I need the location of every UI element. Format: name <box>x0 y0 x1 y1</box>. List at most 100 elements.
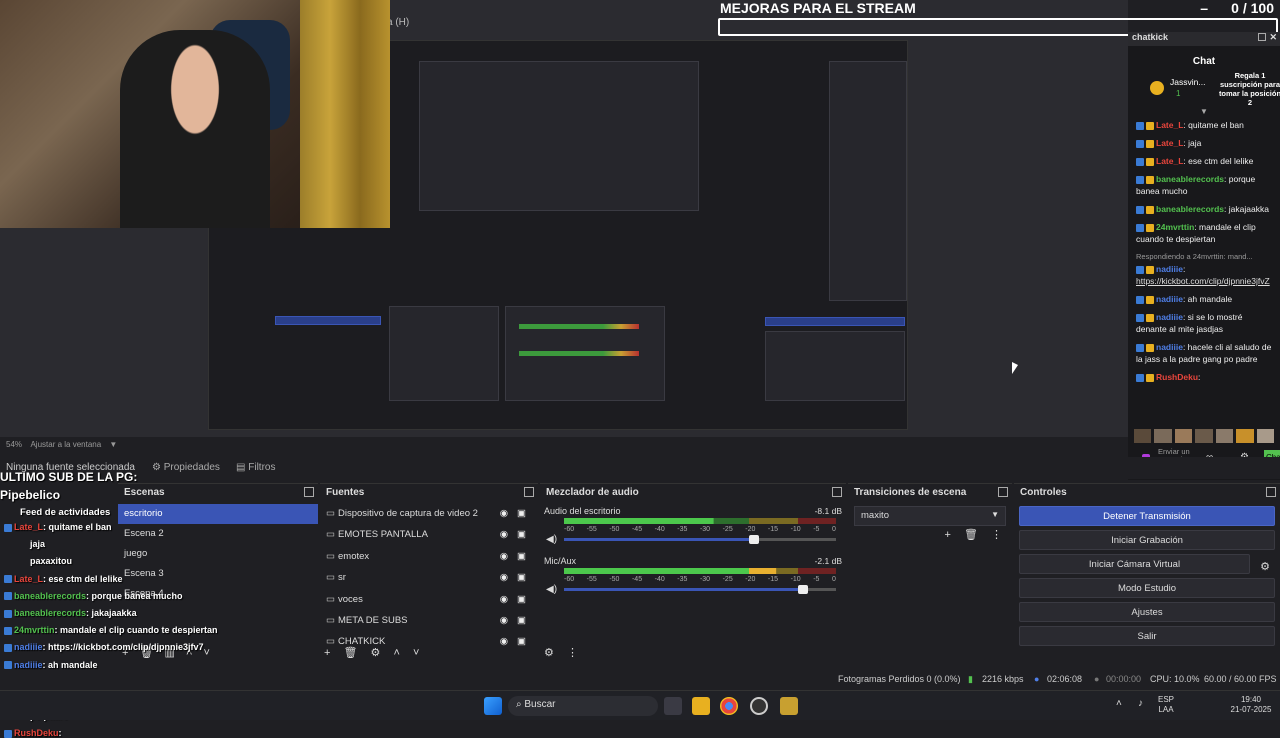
lock-icon[interactable]: ▣ <box>517 508 526 519</box>
emote-icon[interactable] <box>1256 429 1274 443</box>
channel-db: -2.1 dB <box>814 556 842 566</box>
start-virtual-camera-button[interactable]: Iniciar Cámara Virtual <box>1019 554 1250 574</box>
zoom-mode[interactable]: Ajustar a la ventana <box>30 440 101 449</box>
folder-icon[interactable] <box>692 697 710 715</box>
sub-gift-banner[interactable]: Jassvin... 1 Regala 1 suscripción para t… <box>1132 71 1280 111</box>
add-icon[interactable]: + <box>944 529 950 541</box>
emote-icon[interactable] <box>1154 429 1172 443</box>
transition-select[interactable]: maxito ▼ <box>854 506 1006 526</box>
goal-count: 0 / 100 <box>1231 0 1274 16</box>
menu-icon[interactable]: ⋮ <box>567 647 578 659</box>
chat-link[interactable]: https://kickbot.com/clip/djpnnie3jfvZ <box>1136 276 1270 286</box>
chevron-up-icon[interactable]: ˄ <box>393 647 399 659</box>
slider-handle[interactable] <box>749 535 760 544</box>
chat-username[interactable]: nadiiie <box>1156 294 1183 304</box>
studio-mode-button[interactable]: Modo Estudio <box>1019 578 1275 598</box>
start-recording-button[interactable]: Iniciar Grabación <box>1019 530 1275 550</box>
chat-username[interactable]: nadiiie <box>1156 312 1183 322</box>
emote-icon[interactable] <box>1134 429 1152 443</box>
emote-icon[interactable] <box>1215 429 1234 443</box>
chat-username[interactable]: Late_L <box>1156 156 1183 166</box>
popout-icon[interactable] <box>832 487 842 497</box>
volume-slider[interactable] <box>564 585 836 594</box>
chat-username[interactable]: Late_L <box>1156 120 1183 130</box>
eye-icon[interactable]: ◉ <box>500 615 508 626</box>
speaker-icon[interactable]: ◀) <box>546 584 557 595</box>
source-item[interactable]: ▭ Dispositivo de captura de video 2 ◉ ▣ <box>320 504 538 525</box>
tick-label: -25 <box>722 576 733 583</box>
overlay-message: Late_L: ese ctm del lelike <box>4 574 123 584</box>
app-icon[interactable] <box>780 697 798 715</box>
exit-button[interactable]: Salir <box>1019 626 1275 646</box>
eye-icon[interactable]: ◉ <box>500 529 508 540</box>
gear-icon[interactable]: ⚙ <box>1260 560 1270 573</box>
windows-start-icon[interactable] <box>484 697 502 715</box>
mixer-title: Mezclador de audio <box>546 487 639 498</box>
volume-slider[interactable] <box>564 535 836 544</box>
lock-icon[interactable]: ▣ <box>517 594 526 605</box>
emote-icon[interactable] <box>1174 429 1193 443</box>
popout-icon[interactable] <box>524 487 534 497</box>
source-item[interactable]: ▭ EMOTES PANTALLA ◉ ▣ <box>320 525 538 546</box>
eye-icon[interactable]: ◉ <box>500 636 508 647</box>
settings-button[interactable]: Ajustes <box>1019 602 1275 622</box>
chat-text: : ah mandale <box>1182 294 1233 304</box>
lock-icon[interactable]: ▣ <box>517 636 526 647</box>
chrome-icon[interactable] <box>720 697 738 715</box>
dock-title: Mezclador de audio <box>540 484 846 502</box>
channel-name: Mic/Aux <box>544 556 577 566</box>
eye-icon[interactable]: ◉ <box>500 508 508 519</box>
menu-icon[interactable]: ⋮ <box>991 529 1002 541</box>
source-item[interactable]: ▭ emotex ◉ ▣ <box>320 547 538 568</box>
chat-username[interactable]: 24mvrttin <box>1156 222 1194 232</box>
chat-username[interactable]: nadiiie <box>1156 342 1183 352</box>
tray-chevron-icon[interactable]: ˄ <box>1116 699 1122 709</box>
popout-icon[interactable] <box>1258 33 1266 41</box>
lock-icon[interactable]: ▣ <box>517 615 526 626</box>
taskbar-search[interactable]: ⌕ Buscar <box>508 696 658 716</box>
clock[interactable]: 19:40 21-07-2025 <box>1224 695 1278 715</box>
lock-icon[interactable]: ▣ <box>517 551 526 562</box>
emote-icon[interactable] <box>1195 429 1213 443</box>
chevron-down-icon[interactable]: ˅ <box>413 647 419 659</box>
source-name: voces <box>338 593 363 605</box>
meter-level <box>564 518 714 524</box>
trash-icon[interactable]: 🗑 <box>344 647 358 659</box>
slider-handle[interactable] <box>798 585 809 594</box>
obs-icon[interactable] <box>750 697 768 715</box>
chevron-down-icon[interactable]: ▼ <box>109 440 117 449</box>
source-item[interactable]: ▭ voces ◉ ▣ <box>320 590 538 611</box>
gear-icon[interactable]: ⚙ <box>544 647 554 659</box>
chat-username[interactable]: nadiiie <box>1156 264 1183 274</box>
stop-streaming-button[interactable]: Detener Transmisión <box>1019 506 1275 526</box>
status-bar: Fotogramas Perdidos 0 (0.0%) ▮ 2216 kbps… <box>0 670 1280 690</box>
eye-icon[interactable]: ◉ <box>500 594 508 605</box>
chat-username[interactable]: baneablerecords <box>1156 204 1224 214</box>
sources-title: Fuentes <box>326 487 365 498</box>
source-item[interactable]: ▭ META DE SUBS ◉ ▣ <box>320 611 538 632</box>
microphone-icon[interactable]: ♪ <box>1138 699 1143 709</box>
chat-message: Late_L: ese ctm del lelike <box>1128 152 1280 170</box>
chat-username[interactable]: Late_L <box>1156 138 1183 148</box>
sub-badge-icon <box>1146 373 1154 382</box>
popout-icon[interactable] <box>1266 487 1276 497</box>
emote-icon[interactable] <box>1236 429 1254 443</box>
eye-icon[interactable]: ◉ <box>500 572 508 583</box>
speaker-icon[interactable]: ◀) <box>546 534 557 545</box>
verified-badge-icon <box>1136 265 1144 274</box>
verified-badge-icon <box>1136 121 1144 130</box>
lock-icon[interactable]: ▣ <box>517 572 526 583</box>
chat-username[interactable]: baneablerecords <box>1156 174 1224 184</box>
chat-dock: chatkick ✕ Chat Jassvin... 1 Regala 1 su… <box>1128 32 1280 480</box>
language-indicator[interactable]: ESP LAA <box>1158 695 1174 715</box>
eye-icon[interactable]: ◉ <box>500 551 508 562</box>
source-item[interactable]: ▭ sr ◉ ▣ <box>320 568 538 589</box>
trash-icon[interactable]: 🗑 <box>964 529 978 541</box>
chat-username[interactable]: RushDeku <box>1156 372 1198 382</box>
lock-icon[interactable]: ▣ <box>517 529 526 540</box>
popout-icon[interactable] <box>998 487 1008 497</box>
sub-badge-icon <box>1146 205 1154 214</box>
gear-icon[interactable]: ⚙ <box>371 647 381 659</box>
task-view-icon[interactable] <box>664 697 682 715</box>
close-icon[interactable]: ✕ <box>1269 32 1277 43</box>
